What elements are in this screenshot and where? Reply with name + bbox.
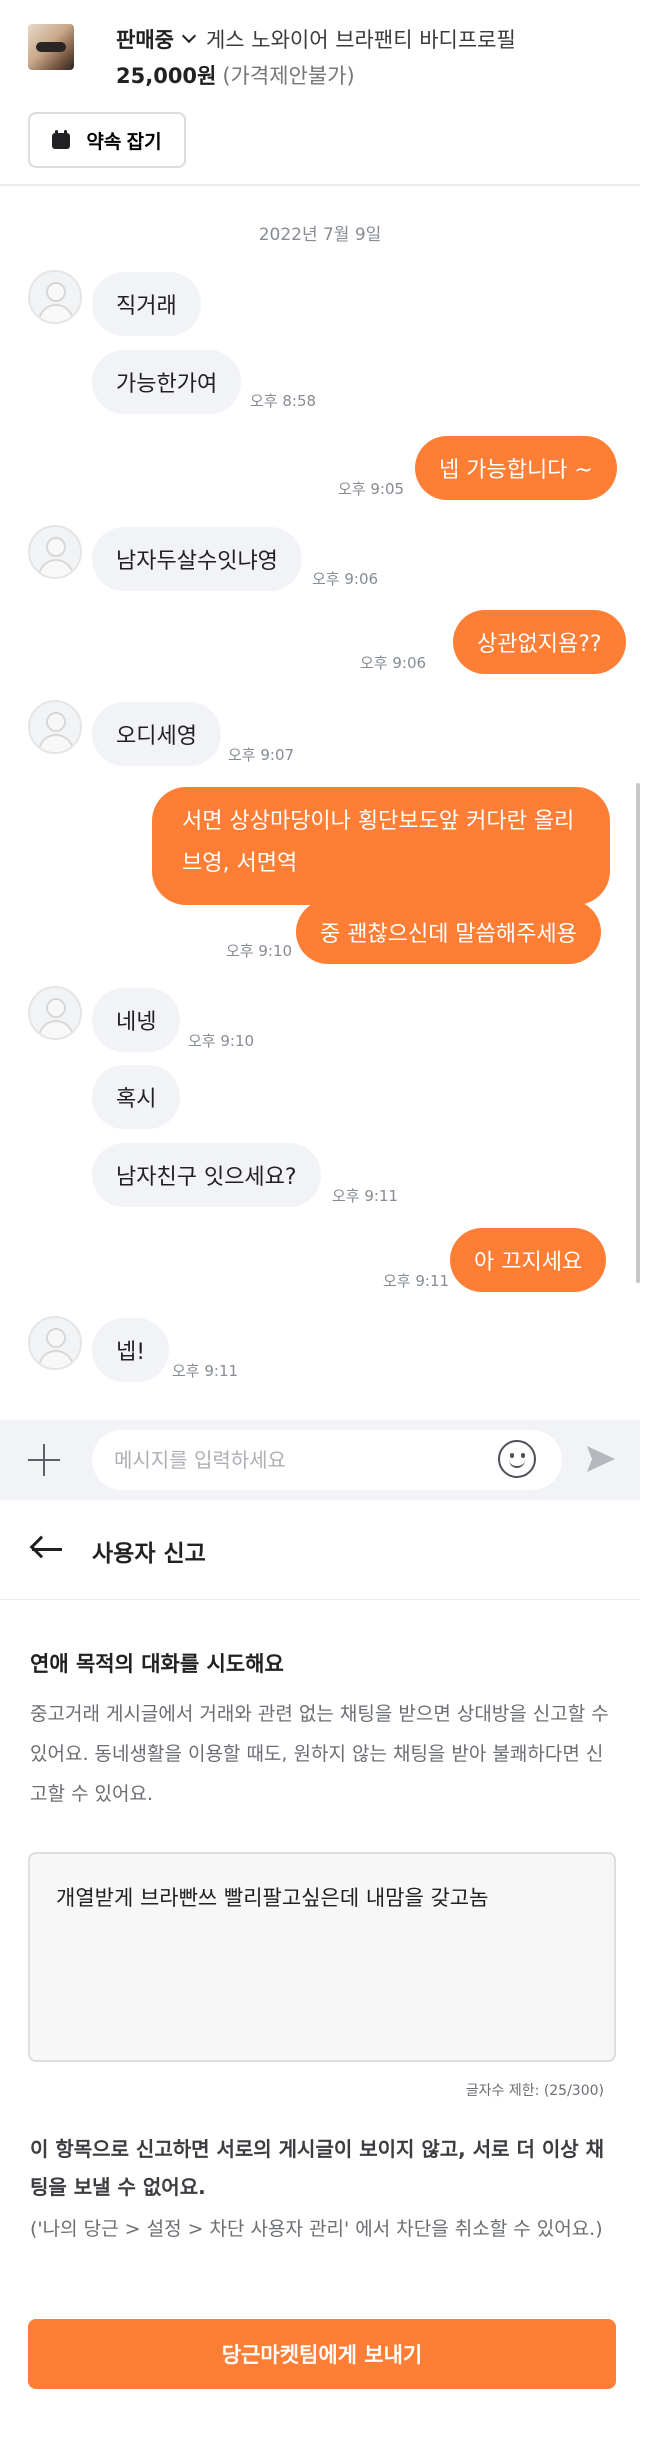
message-time: 오후 9:11 — [172, 1362, 239, 1380]
calendar-icon — [52, 130, 72, 150]
make-appointment-label: 약속 잡기 — [86, 131, 162, 153]
outgoing-message: 넵 가능합니다 ~ — [415, 436, 617, 500]
date-divider: 2022년 7월 9일 — [258, 225, 382, 245]
message-input[interactable] — [92, 1430, 562, 1490]
avatar[interactable] — [28, 270, 82, 324]
block-settings-hint: ('나의 당근 > 설정 > 차단 사용자 관리' 에서 차단을 취소할 수 있… — [30, 2218, 603, 2240]
outgoing-message: 중 괜찮으신데 말씀해주세용 — [296, 900, 601, 964]
message-time: 오후 9:07 — [228, 746, 295, 764]
back-arrow-icon[interactable] — [29, 1534, 64, 1564]
chevron-down-icon[interactable] — [181, 28, 197, 44]
sale-status-dropdown[interactable]: 판매중 — [116, 24, 174, 54]
chat-scrollbar[interactable] — [636, 783, 640, 1283]
message-time: 오후 9:06 — [312, 570, 379, 588]
message-input-bar — [0, 1420, 640, 1500]
report-header: 사용자 신고 — [0, 1500, 640, 1600]
chat-thread[interactable]: 2022년 7월 9일 직거래 가능한가여 오후 8:58 넵 가능합니다 ~ … — [0, 188, 640, 1420]
report-reason-description: 중고거래 게시글에서 거래와 관련 없는 채팅을 받으면 상대방을 신고할 수 … — [30, 1703, 609, 1805]
report-warning: 이 항목으로 신고하면 서로의 게시글이 보이지 않고, 서로 더 이상 채팅을… — [30, 2137, 605, 2199]
outgoing-message: 서면 상상마당이나 횡단보도앞 커다란 올리브영, 서면역 — [152, 787, 610, 905]
outgoing-message: 아 끄지세요 — [450, 1228, 607, 1292]
product-header[interactable]: 판매중 게스 노와이어 브라팬티 바디프로필 25,000원 (가격제안불가) 약… — [0, 0, 640, 186]
message-time: 오후 9:11 — [383, 1272, 450, 1290]
incoming-message: 남자친구 잇으세요? — [92, 1143, 321, 1207]
report-detail-textarea[interactable]: 개열받게 브라빤쓰 빨리팔고싶은데 내맘을 갖고놈 — [28, 1852, 616, 2062]
incoming-message: 네넹 — [92, 988, 181, 1052]
message-time: 오후 8:58 — [250, 392, 317, 410]
product-price: 25,000원 — [116, 64, 217, 88]
message-time: 오후 9:06 — [360, 654, 427, 672]
make-appointment-button[interactable]: 약속 잡기 — [28, 112, 186, 168]
message-time: 오후 9:10 — [226, 942, 293, 960]
price-negotiation-note: (가격제안불가) — [222, 64, 355, 88]
report-reason-title: 연애 목적의 대화를 시도해요 — [30, 1652, 284, 1676]
avatar[interactable] — [28, 525, 82, 579]
incoming-message: 직거래 — [92, 272, 201, 336]
character-count: 글자수 제한: (25/300) — [465, 2083, 604, 2099]
avatar[interactable] — [28, 700, 82, 754]
avatar[interactable] — [28, 986, 82, 1040]
user-report-panel: 사용자 신고 연애 목적의 대화를 시도해요 중고거래 게시글에서 거래와 관련… — [0, 1500, 640, 2443]
product-thumbnail[interactable] — [28, 24, 74, 70]
thumbnail-detail — [36, 42, 66, 52]
avatar[interactable] — [28, 1316, 82, 1370]
plus-icon[interactable] — [28, 1444, 60, 1476]
message-time: 오후 9:11 — [332, 1187, 399, 1205]
incoming-message: 혹시 — [92, 1065, 181, 1129]
incoming-message: 남자두살수잇냐영 — [92, 527, 302, 591]
send-icon[interactable] — [584, 1442, 618, 1476]
outgoing-message: 상관없지욤?? — [453, 610, 626, 674]
product-status-line: 판매중 게스 노와이어 브라팬티 바디프로필 — [116, 22, 516, 56]
report-title: 사용자 신고 — [92, 1541, 206, 1567]
send-report-button[interactable]: 당근마켓팀에게 보내기 — [28, 2319, 616, 2389]
message-time: 오후 9:05 — [338, 480, 405, 498]
incoming-message: 오디세영 — [92, 702, 221, 766]
price-line: 25,000원 (가격제안불가) — [116, 60, 355, 90]
incoming-message: 가능한가여 — [92, 350, 242, 414]
product-title: 게스 노와이어 브라팬티 바디프로필 — [205, 28, 516, 52]
incoming-message: 넵! — [92, 1318, 170, 1382]
message-time: 오후 9:10 — [188, 1032, 255, 1050]
emoji-icon[interactable] — [498, 1440, 536, 1478]
